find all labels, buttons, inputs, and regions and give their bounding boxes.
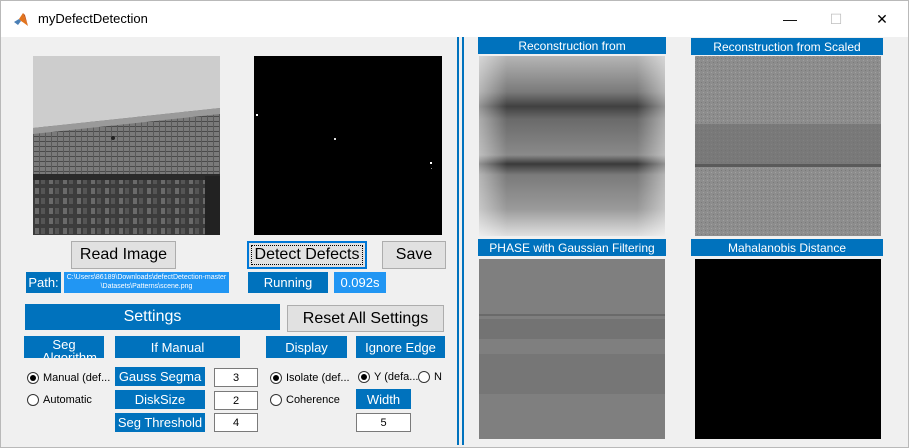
matlab-icon xyxy=(14,13,28,26)
reconstruction-scaled-image xyxy=(695,56,881,236)
phase-gaussian-image xyxy=(479,259,665,439)
seg-threshold-label: Seg Threshold xyxy=(115,413,205,432)
gauss-segma-input[interactable]: 3 xyxy=(214,368,258,387)
app-window: myDefectDetection — ☐ ✕ Read Image Detec… xyxy=(0,0,909,448)
panel-divider xyxy=(462,37,464,445)
path-label: Path: xyxy=(26,272,61,293)
display-radio-coherence-label: Coherence xyxy=(286,394,340,406)
minimize-icon: — xyxy=(783,11,797,27)
settings-header: Settings xyxy=(25,304,280,330)
display-radio-coherence[interactable]: Coherence xyxy=(270,394,340,406)
title-bar[interactable]: myDefectDetection — ☐ ✕ xyxy=(1,1,908,37)
ignore-edge-radio-no[interactable]: N xyxy=(418,371,442,383)
display-radio-isolate[interactable]: Isolate (def... xyxy=(270,372,350,384)
width-input[interactable]: 5 xyxy=(356,413,411,432)
seg-radio-automatic[interactable]: Automatic xyxy=(27,394,92,406)
maximize-button[interactable]: ☐ xyxy=(813,5,859,33)
radio-selected-icon xyxy=(270,372,282,384)
display-header: Display xyxy=(266,336,347,358)
read-image-button[interactable]: Read Image xyxy=(71,241,176,269)
minimize-button[interactable]: — xyxy=(767,5,813,33)
panel-title-reconstruction: Reconstruction from xyxy=(478,37,666,54)
mahalanobis-image xyxy=(695,259,881,439)
radio-selected-icon xyxy=(27,372,39,384)
reset-all-settings-button[interactable]: Reset All Settings xyxy=(287,305,444,332)
disksize-label: DiskSize xyxy=(115,390,205,409)
gauss-segma-label: Gauss Segma xyxy=(115,367,205,386)
width-label: Width xyxy=(356,389,411,409)
phase-gaussian-graphic xyxy=(479,259,665,439)
scene-image-graphic xyxy=(33,56,220,235)
disksize-input[interactable]: 2 xyxy=(214,391,258,410)
radio-unselected-icon xyxy=(418,371,430,383)
close-button[interactable]: ✕ xyxy=(859,5,905,33)
radio-unselected-icon xyxy=(270,394,282,406)
panel-divider xyxy=(457,37,459,445)
radio-unselected-icon xyxy=(27,394,39,406)
panel-title-mahalanobis: Mahalanobis Distance xyxy=(691,239,883,256)
radio-selected-icon xyxy=(358,371,370,383)
seg-radio-automatic-label: Automatic xyxy=(43,394,92,406)
elapsed-time-value: 0.092s xyxy=(334,272,386,293)
save-button[interactable]: Save xyxy=(382,241,446,269)
ignore-edge-radio-no-label: N xyxy=(434,371,442,383)
ignore-edge-radio-yes[interactable]: Y (defa... xyxy=(358,371,418,383)
reconstruction-image xyxy=(479,56,665,236)
maximize-icon: ☐ xyxy=(829,10,843,27)
path-value: C:\Users\86189\Downloads\defectDetection… xyxy=(64,272,229,293)
display-radio-isolate-label: Isolate (def... xyxy=(286,372,350,384)
detect-defects-button[interactable]: Detect Defects xyxy=(247,241,367,269)
if-manual-header: If Manual xyxy=(115,336,240,358)
close-icon: ✕ xyxy=(876,10,888,27)
panel-title-phase-gaussian: PHASE with Gaussian Filtering xyxy=(478,239,666,256)
panel-title-reconstruction-scaled: Reconstruction from Scaled xyxy=(691,38,883,55)
seg-algorithm-text: Seg Algorithm xyxy=(42,337,97,358)
defect-map-graphic xyxy=(254,56,442,235)
original-image xyxy=(33,56,220,235)
reconstruction-scaled-graphic xyxy=(695,56,881,236)
seg-radio-manual[interactable]: Manual (def... xyxy=(27,372,110,384)
status-label: Running xyxy=(248,272,328,293)
ignore-edge-header: Ignore Edge xyxy=(356,336,445,358)
window-title: myDefectDetection xyxy=(38,11,148,26)
seg-radio-manual-label: Manual (def... xyxy=(43,372,111,384)
seg-algorithm-header: Seg Algorithm xyxy=(24,336,104,358)
ignore-edge-radio-yes-label: Y (defa... xyxy=(374,371,419,383)
seg-threshold-input[interactable]: 4 xyxy=(214,413,258,432)
reconstruction-graphic xyxy=(479,56,665,236)
defect-image xyxy=(254,56,442,235)
